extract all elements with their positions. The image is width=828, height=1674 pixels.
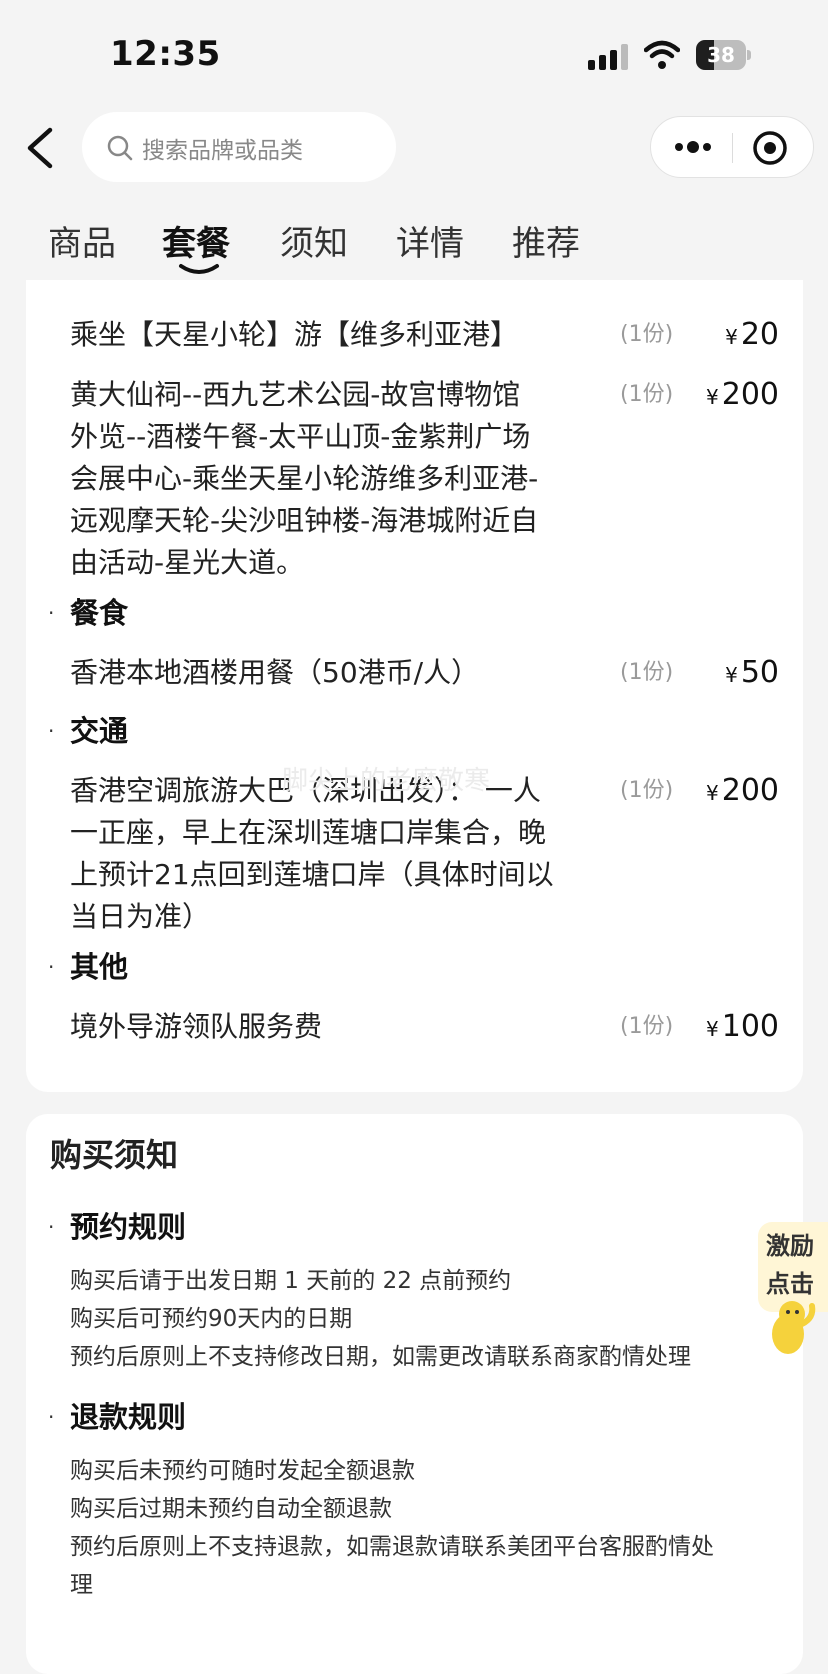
back-arrow-icon[interactable] [20,122,68,174]
package-item-qty: (1份) [620,322,674,347]
section-bullet: · [48,719,55,743]
package-item-name: 香港本地酒楼用餐（50港币/人） [70,656,480,689]
section-title-other: 其他 [70,950,129,984]
section-bullet: · [48,601,55,625]
close-miniprogram-icon[interactable] [751,129,789,167]
mascot-icon [772,1301,816,1354]
package-item-name: 境外导游领队服务费 [70,1010,323,1043]
status-time: 12:35 [110,34,221,74]
tab-bar: 商品 套餐 须知 详情 推荐 [0,210,828,280]
section-title-meal: 餐食 [70,596,129,630]
package-item-qty: (1份) [620,1014,674,1039]
incentive-badge-text: 激励 [766,1232,814,1260]
section-bullet: · [48,1215,55,1239]
package-item-price: ¥100 [706,1009,779,1044]
tab-product[interactable]: 商品 [48,216,116,265]
package-item-price: ¥200 [706,773,779,808]
incentive-float-button[interactable]: 激励 点击 [758,1214,828,1354]
notice-title: 购买须知 [50,1136,179,1174]
battery-level: 38 [707,43,735,67]
package-item-price: ¥50 [725,655,779,690]
status-bar: 12:35 38 [0,0,828,110]
package-item-name: 乘坐【天星小轮】游【维多利亚港】 [70,318,519,351]
refund-rule-line: 购买后未预约可随时发起全额退款 [70,1458,415,1484]
miniprogram-capsule [650,116,814,178]
package-item-qty: (1份) [620,382,674,407]
watermark: 脚尖上的老麽敬寒 [282,766,491,796]
refund-rules-title: 退款规则 [70,1400,187,1434]
tab-recommend[interactable]: 推荐 [512,216,580,265]
refund-rule-line: 购买后过期未预约自动全额退款 [70,1496,392,1522]
section-bullet: · [48,1405,55,1429]
battery-icon: 38 [696,40,752,70]
active-tab-indicator [179,264,219,274]
package-item-price: ¥200 [706,377,779,412]
search-icon [107,135,133,161]
tab-notice[interactable]: 须知 [280,216,348,265]
more-icon[interactable] [671,131,715,163]
package-card: 乘坐【天星小轮】游【维多利亚港】 (1份) ¥20 黄大仙祠--西九艺术公园-故… [26,280,803,1092]
capsule-divider [732,133,733,163]
cellular-signal-icon [588,44,628,70]
section-title-transport: 交通 [70,714,129,748]
purchase-notice-card: 购买须知 · 预约规则 购买后请于出发日期 1 天前的 22 点前预约 购买后可… [26,1114,803,1674]
search-input[interactable]: 搜索品牌或品类 [82,112,396,182]
package-item-qty: (1份) [620,660,674,685]
search-placeholder: 搜索品牌或品类 [142,138,303,164]
section-bullet: · [48,955,55,979]
tab-package[interactable]: 套餐 [162,216,230,265]
booking-rule-line: 购买后可预约90天内的日期 [70,1306,353,1332]
package-item-price: ¥20 [725,317,779,352]
package-item-qty: (1份) [620,778,674,803]
booking-rules-title: 预约规则 [70,1210,187,1244]
wifi-icon [644,40,680,69]
booking-rule-line: 预约后原则上不支持修改日期，如需更改请联系商家酌情处理 [70,1344,691,1370]
refund-rule-line: 预约后原则上不支持退款，如需退款请联系美团平台客服酌情处 [70,1534,714,1560]
refund-rule-line: 理 [70,1572,93,1598]
booking-rule-line: 购买后请于出发日期 1 天前的 22 点前预约 [70,1268,512,1294]
tab-details[interactable]: 详情 [396,216,464,265]
package-item-name: 黄大仙祠--西九艺术公园-故宫博物馆 外览--酒楼午餐-太平山顶-金紫荆广场 会… [70,378,539,579]
